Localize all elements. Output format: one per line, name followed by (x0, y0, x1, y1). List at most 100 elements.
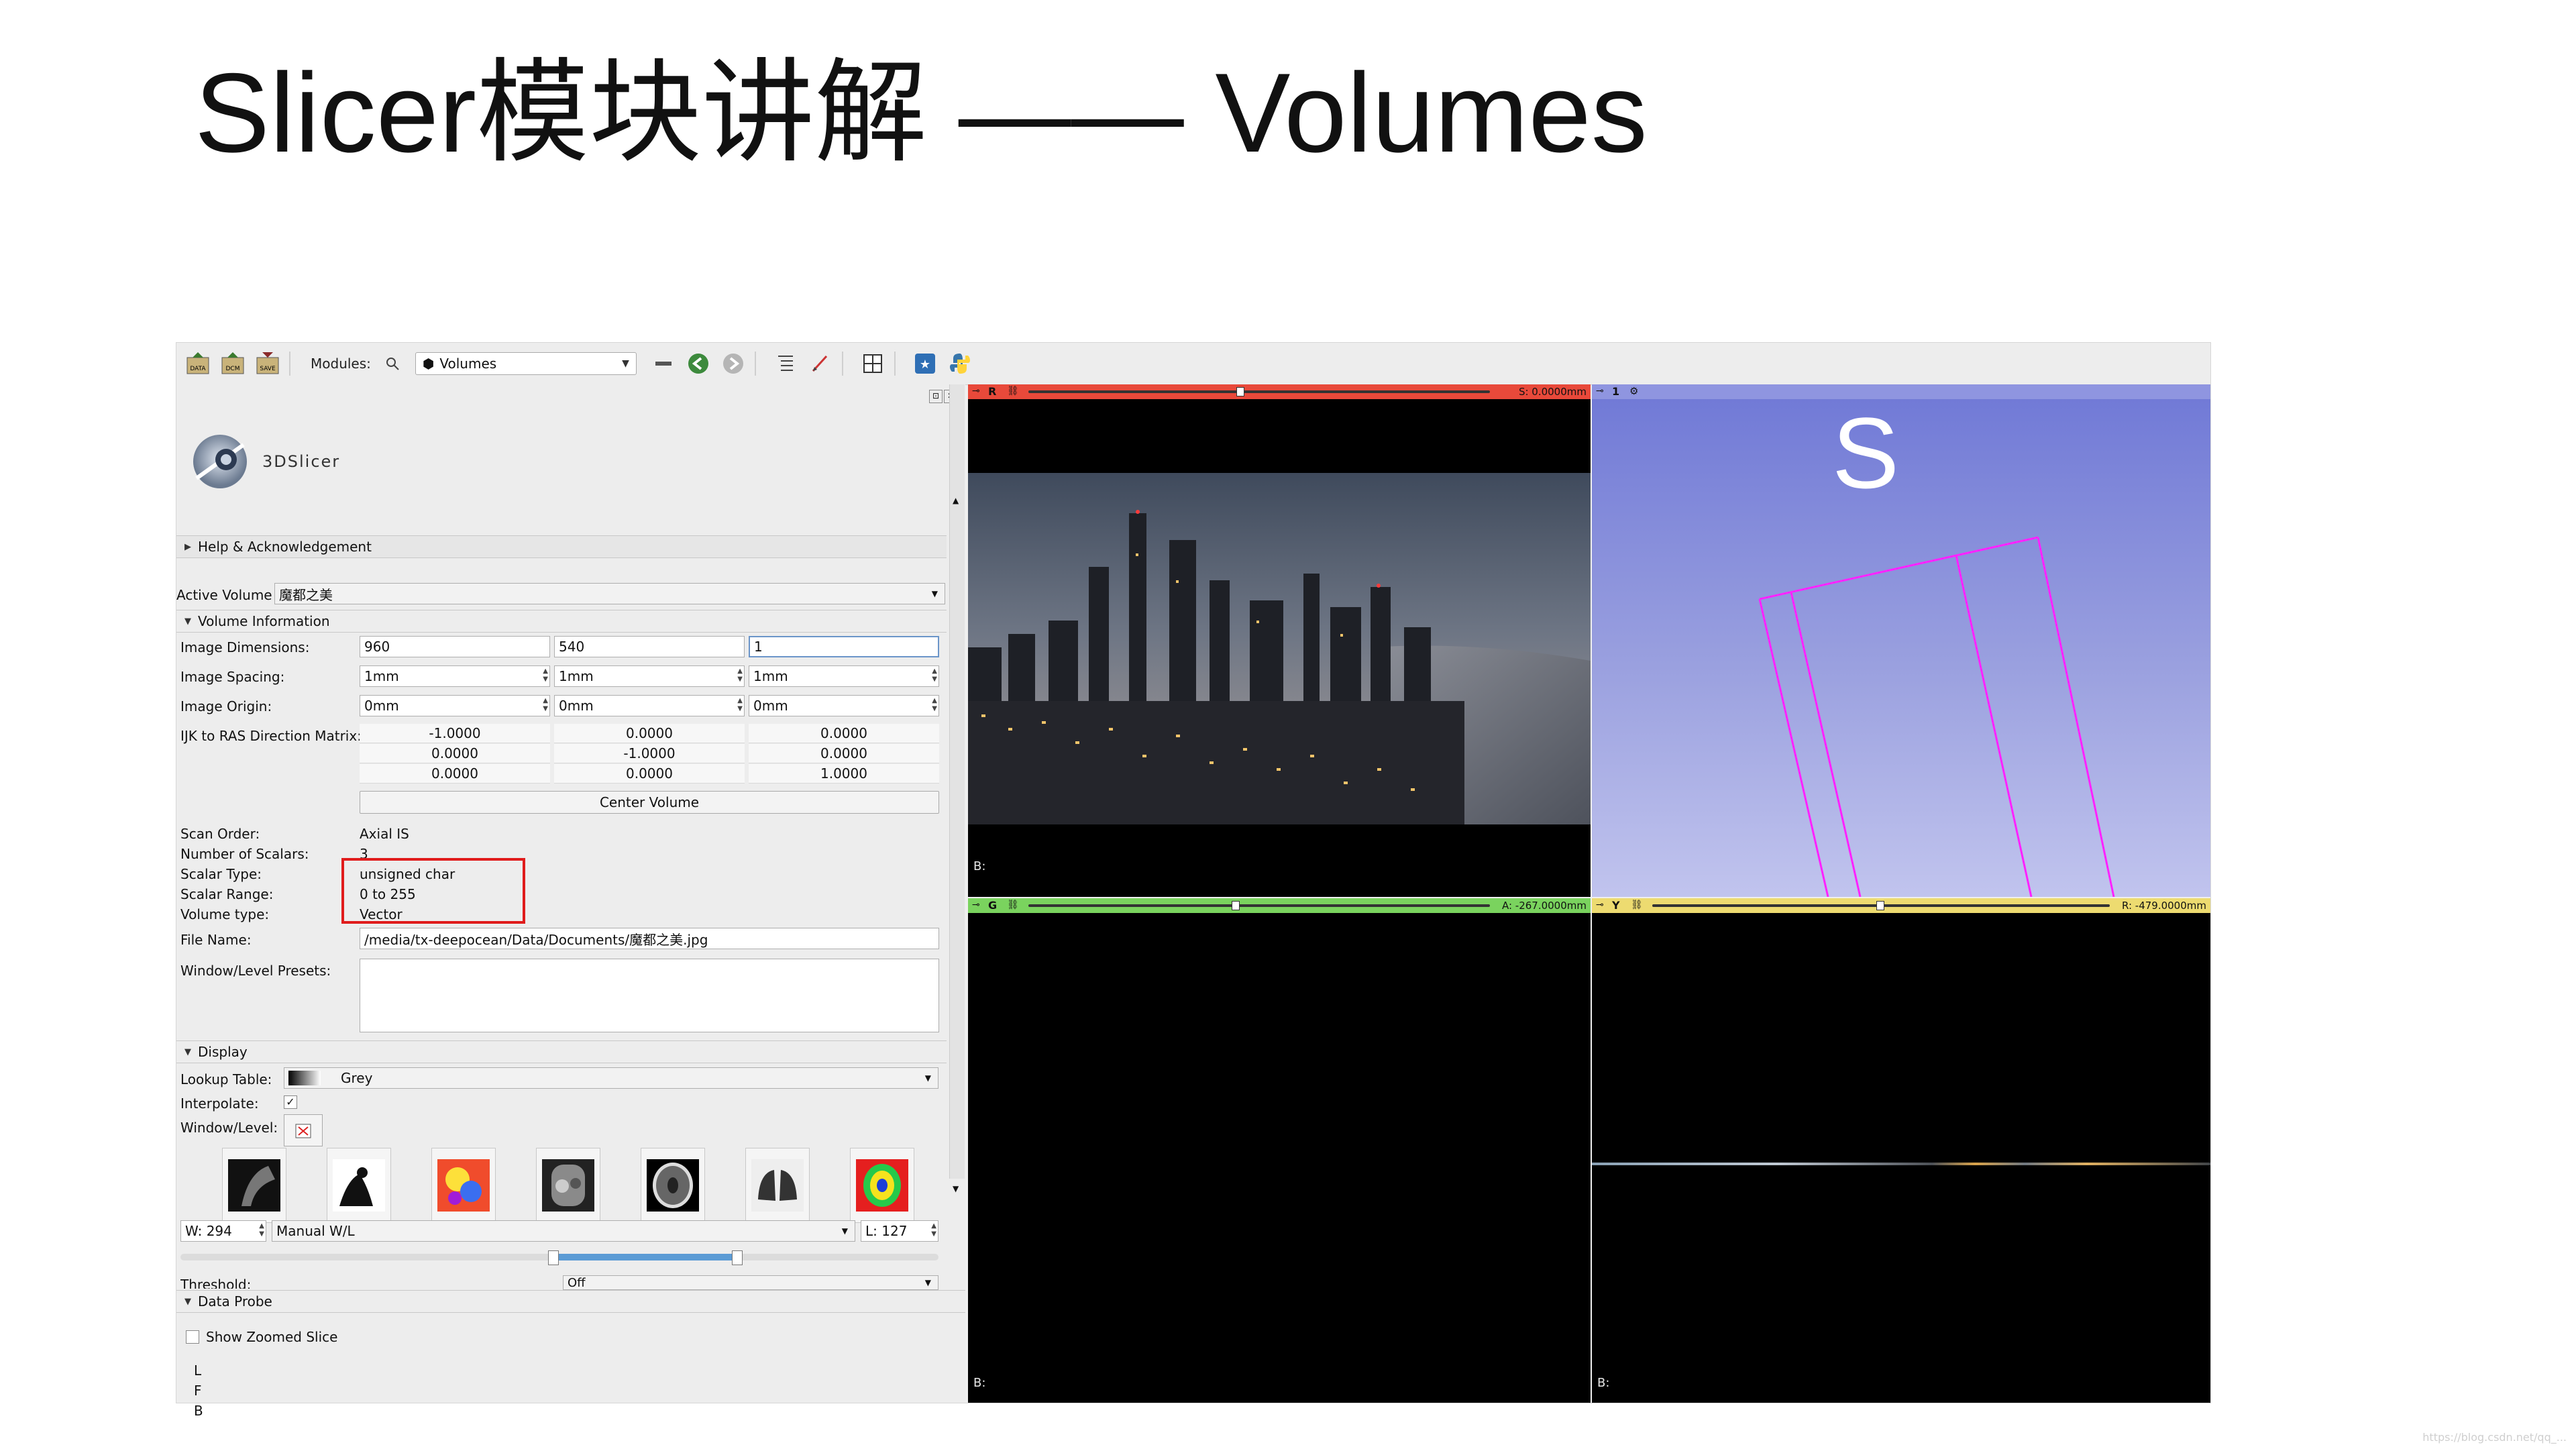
red-slice-view[interactable]: ⊸ R ⛓ S: 0.0000mm B: (968, 384, 1591, 897)
forward-arrow-icon[interactable] (720, 350, 747, 377)
scroll-down-icon[interactable]: ▼ (953, 1184, 959, 1193)
spinbox-arrows-icon[interactable]: ▲ ▼ (931, 1222, 936, 1238)
probe-line-l: L (194, 1362, 202, 1379)
load-dicom-icon[interactable]: DCM (219, 350, 246, 377)
window-spinbox[interactable]: W: 294 ▲ ▼ (180, 1220, 266, 1242)
data-probe-section-header[interactable]: ▼ Data Probe (176, 1290, 965, 1313)
ct-lung-preset-icon[interactable] (745, 1148, 810, 1223)
panel-float-icon[interactable]: ⊡ (929, 390, 943, 403)
volume-info-section-header[interactable]: ▼ Volume Information (176, 610, 947, 633)
show-zoomed-slice-checkbox[interactable] (186, 1330, 199, 1344)
level-value: L: 127 (865, 1223, 908, 1239)
chevron-down-icon: ▼ (924, 1278, 931, 1287)
toolbar-separator (841, 352, 843, 376)
layout-icon[interactable] (859, 350, 886, 377)
range-slider-max-handle[interactable] (732, 1250, 743, 1265)
matrix-cell[interactable]: -1.0000 (554, 744, 745, 763)
red-offset-slider[interactable] (1028, 387, 1490, 396)
yellow-offset-slider[interactable] (1652, 901, 2110, 910)
matrix-cell[interactable]: 0.0000 (360, 744, 550, 763)
matrix-cell[interactable]: 0.0000 (554, 724, 745, 743)
help-section-label: Help & Acknowledgement (198, 539, 372, 555)
probe-line-b: B (194, 1403, 203, 1419)
pet-heat-preset-icon[interactable] (431, 1148, 496, 1223)
interpolate-checkbox[interactable]: ✓ (284, 1095, 297, 1109)
matrix-cell[interactable]: 1.0000 (749, 764, 939, 784)
search-icon[interactable] (379, 350, 406, 377)
threshold-select[interactable]: Off ▼ (563, 1275, 938, 1290)
spacing-field-2[interactable]: 1mm ▲ ▼ (749, 665, 939, 687)
module-list-icon[interactable] (650, 350, 677, 377)
spinbox-arrows-icon[interactable]: ▲ ▼ (259, 1222, 264, 1238)
center-volume-button[interactable]: Center Volume (360, 791, 939, 814)
pin-icon[interactable]: ⊸ (1596, 900, 1604, 910)
active-volume-select[interactable]: 魔都之美 ▼ (274, 583, 945, 604)
volume-info-section-label: Volume Information (198, 613, 330, 629)
matrix-cell[interactable]: -1.0000 (360, 724, 550, 743)
wl-mode-select[interactable]: Manual W/L ▼ (272, 1220, 855, 1242)
matrix-cell[interactable]: 0.0000 (360, 764, 550, 784)
matrix-cell[interactable]: 0.0000 (749, 744, 939, 763)
spinbox-arrows-icon[interactable]: ▲ ▼ (932, 697, 937, 713)
data-tree-icon[interactable] (772, 350, 799, 377)
dimension-field-1[interactable]: 540 (554, 636, 745, 657)
save-icon[interactable]: SAVE (254, 350, 281, 377)
spinbox-arrows-icon[interactable]: ▲ ▼ (932, 667, 937, 684)
editor-icon[interactable] (807, 350, 834, 377)
spinbox-arrows-icon[interactable]: ▲ ▼ (543, 697, 548, 713)
green-slice-view[interactable]: ⊸ G ⛓ A: -267.0000mm B: (968, 898, 1591, 1403)
window-level-range-slider[interactable] (180, 1250, 938, 1265)
pin-icon[interactable]: ⊸ (972, 900, 980, 910)
display-section-header[interactable]: ▼ Display (176, 1040, 947, 1063)
dimension-field-2[interactable]: 1 (749, 636, 939, 657)
lookup-table-select[interactable]: Grey ▼ (284, 1067, 938, 1089)
link-icon[interactable]: ⛓ (1631, 900, 1643, 910)
auto-window-level-icon[interactable] (284, 1114, 323, 1146)
spacing-field-1[interactable]: 1mm ▲ ▼ (554, 665, 745, 687)
file-name-field[interactable]: /media/tx-deepocean/Data/Documents/魔都之美.… (360, 928, 939, 949)
ct-abdomen-preset-icon[interactable] (536, 1148, 600, 1223)
level-spinbox[interactable]: L: 127 ▲ ▼ (861, 1220, 938, 1242)
grey-gradient-icon (288, 1071, 321, 1085)
pin-icon[interactable]: ⊸ (972, 386, 980, 396)
modules-select[interactable]: ⬢ Volumes ▼ (415, 352, 637, 375)
link-icon[interactable]: ⛓ (1007, 386, 1019, 396)
ct-air-preset-icon[interactable] (222, 1148, 286, 1223)
spinbox-arrows-icon[interactable]: ▲ ▼ (737, 697, 743, 713)
threed-view[interactable]: ⊸ 1 ⚙ S (1592, 384, 2210, 897)
slicer-logo: 3DSlicer (183, 425, 340, 498)
matrix-cell[interactable]: 0.0000 (749, 724, 939, 743)
yellow-view-bar: ⊸ Y ⛓ R: -479.0000mm (1592, 898, 2210, 913)
python-console-icon[interactable] (947, 350, 973, 377)
yellow-slider-thumb[interactable] (1876, 901, 1885, 910)
lookup-table-label: Lookup Table: (180, 1071, 272, 1087)
green-slider-thumb[interactable] (1231, 901, 1240, 910)
link-icon[interactable]: ⛓ (1007, 900, 1019, 910)
load-data-icon[interactable]: DATA (184, 350, 211, 377)
matrix-cell[interactable]: 0.0000 (554, 764, 745, 784)
wl-presets-list[interactable] (360, 959, 939, 1032)
green-offset-slider[interactable] (1028, 901, 1490, 910)
red-slider-thumb[interactable] (1236, 387, 1244, 396)
modules-selected-label: Volumes (439, 356, 497, 372)
origin-field-0[interactable]: 0mm ▲ ▼ (360, 695, 550, 716)
ct-bone-preset-icon[interactable] (327, 1148, 391, 1223)
help-section-header[interactable]: ▶ Help & Acknowledgement (176, 535, 947, 558)
spinbox-arrows-icon[interactable]: ▲ ▼ (543, 667, 548, 684)
scroll-up-icon[interactable]: ▲ (953, 496, 959, 505)
toolbar-separator (894, 352, 896, 376)
panel-scrollbar[interactable]: ▲ ▼ (949, 384, 965, 1193)
range-slider-min-handle[interactable] (548, 1250, 559, 1265)
yellow-slice-line (1592, 1163, 2210, 1165)
origin-field-2[interactable]: 0mm ▲ ▼ (749, 695, 939, 716)
back-arrow-icon[interactable] (685, 350, 712, 377)
spacing-field-0[interactable]: 1mm ▲ ▼ (360, 665, 550, 687)
origin-field-1[interactable]: 0mm ▲ ▼ (554, 695, 745, 716)
dimension-field-0[interactable]: 960 (360, 636, 550, 657)
range-slider-fill (553, 1254, 736, 1260)
pet-rainbow-preset-icon[interactable] (850, 1148, 914, 1223)
spinbox-arrows-icon[interactable]: ▲ ▼ (737, 667, 743, 684)
yellow-slice-view[interactable]: ⊸ Y ⛓ R: -479.0000mm B: (1592, 898, 2210, 1403)
ct-brain-preset-icon[interactable] (641, 1148, 705, 1223)
extension-manager-icon[interactable]: ★ (912, 350, 938, 377)
